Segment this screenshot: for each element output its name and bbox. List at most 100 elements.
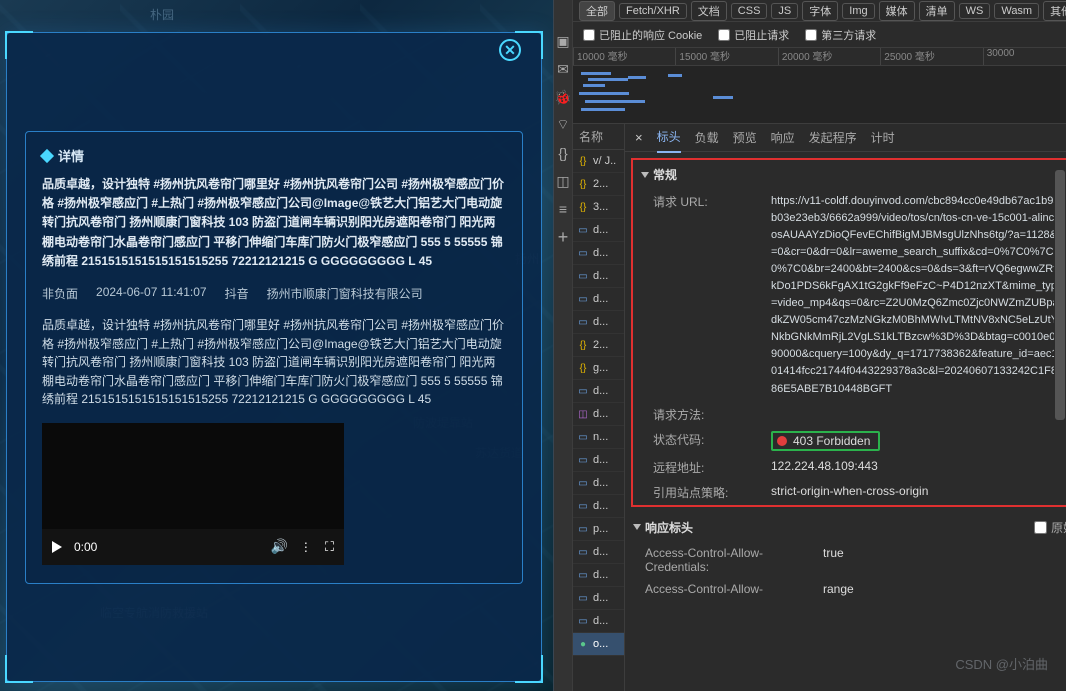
corner-decoration bbox=[5, 31, 33, 59]
request-row[interactable]: ▭d... bbox=[573, 472, 624, 495]
play-icon[interactable] bbox=[52, 541, 62, 553]
video-player[interactable]: 0:00 🔊 ⋮ ⛶ bbox=[42, 423, 344, 565]
request-row[interactable]: ▭ d... bbox=[573, 541, 624, 564]
kv-key: 请求方法: bbox=[653, 406, 763, 423]
scrollbar-thumb[interactable] bbox=[1055, 170, 1065, 420]
request-row[interactable]: ▭d... bbox=[573, 495, 624, 518]
file-type-icon: ▭ bbox=[577, 616, 589, 627]
request-row[interactable]: {} 2... bbox=[573, 334, 624, 357]
request-row[interactable]: ▭n... bbox=[573, 426, 624, 449]
devtools-panel: ▣ ✉ 🐞 ⌔ {} ◫ ≡ + 全部 Fetch/XHR 文档 CSS JS … bbox=[554, 0, 1066, 691]
summary-paragraph-2: 品质卓越，设计独特 #扬州抗风卷帘门哪里好 #扬州抗风卷帘门公司 #扬州极窄感应… bbox=[42, 316, 506, 409]
file-type-icon: ▭ bbox=[577, 386, 589, 397]
request-row[interactable]: {}3... bbox=[573, 196, 624, 219]
request-name: g... bbox=[593, 362, 608, 374]
more-icon[interactable]: ⋮ bbox=[300, 540, 313, 554]
status-dot-icon bbox=[777, 436, 787, 446]
bug-icon[interactable]: 🐞 bbox=[554, 88, 572, 106]
request-name: 2... bbox=[593, 339, 608, 351]
filter-ws[interactable]: WS bbox=[959, 3, 991, 19]
status-highlight: 403 Forbidden bbox=[771, 431, 880, 451]
request-detail-pane: × 标头 负载 预览 响应 发起程序 计时 常规 请求 URL: https: bbox=[625, 124, 1066, 691]
filter-all[interactable]: 全部 bbox=[579, 1, 615, 21]
vertical-scrollbar[interactable] bbox=[1054, 162, 1066, 452]
request-row[interactable]: {}v/ J.. bbox=[573, 150, 624, 173]
request-row[interactable]: ▭d... bbox=[573, 219, 624, 242]
volume-icon[interactable]: 🔊 bbox=[270, 538, 287, 555]
video-controls: 0:00 🔊 ⋮ ⛶ bbox=[42, 529, 344, 565]
cb-blocked-cookie[interactable]: 已阻止的响应 Cookie bbox=[583, 27, 702, 43]
timeline-ruler[interactable]: 10000 毫秒 15000 毫秒 20000 毫秒 25000 毫秒 3000… bbox=[573, 48, 1066, 66]
tab-initiator[interactable]: 发起程序 bbox=[809, 124, 857, 152]
tab-timing[interactable]: 计时 bbox=[871, 124, 895, 152]
tab-preview[interactable]: 预览 bbox=[733, 124, 757, 152]
waterfall-bar bbox=[588, 78, 628, 81]
request-row[interactable]: ▭p... bbox=[573, 518, 624, 541]
response-headers-header[interactable]: 响应标头 原始 bbox=[625, 513, 1066, 542]
request-name: d... bbox=[593, 454, 608, 466]
request-row[interactable]: {}g... bbox=[573, 357, 624, 380]
filter-css[interactable]: CSS bbox=[731, 3, 768, 19]
request-row[interactable]: ●o... bbox=[573, 633, 624, 656]
kv-key: 请求 URL: bbox=[653, 193, 763, 398]
layers-icon[interactable]: ≡ bbox=[554, 200, 572, 218]
request-name: d... bbox=[593, 224, 608, 236]
video-time: 0:00 bbox=[74, 540, 97, 554]
request-name: n... bbox=[593, 431, 608, 443]
cb-third-party[interactable]: 第三方请求 bbox=[805, 27, 876, 43]
request-name: 3... bbox=[593, 201, 608, 213]
request-name: d... bbox=[593, 546, 608, 558]
request-row[interactable]: ▭d... bbox=[573, 564, 624, 587]
request-name: d... bbox=[593, 477, 608, 489]
card-title-row: 详情 bbox=[42, 146, 506, 165]
tab-response[interactable]: 响应 bbox=[771, 124, 795, 152]
raw-checkbox[interactable]: 原始 bbox=[1034, 519, 1066, 536]
detail-card: 详情 品质卓越，设计独特 #扬州抗风卷帘门哪里好 #扬州抗风卷帘门公司 #扬州极… bbox=[25, 131, 523, 584]
request-row[interactable]: ◫d... bbox=[573, 403, 624, 426]
filter-other[interactable]: 其他 bbox=[1043, 1, 1066, 21]
kv-request-url: 请求 URL: https://v11-coldf.douyinvod.com/… bbox=[633, 189, 1066, 402]
tab-headers[interactable]: 标头 bbox=[657, 124, 681, 153]
filter-doc[interactable]: 文档 bbox=[691, 1, 727, 21]
cb-blocked-req[interactable]: 已阻止请求 bbox=[718, 27, 789, 43]
brace-icon[interactable]: {} bbox=[554, 144, 572, 162]
network-waterfall[interactable] bbox=[573, 66, 1066, 124]
request-row[interactable]: ▭d... bbox=[573, 311, 624, 334]
close-detail-icon[interactable]: × bbox=[635, 130, 643, 145]
request-list[interactable]: 名称 {}v/ J..{}2...{}3...▭d...▭d...▭d...▭d… bbox=[573, 124, 625, 691]
file-type-icon: {} bbox=[577, 340, 589, 351]
kv-value bbox=[771, 406, 1066, 423]
file-type-icon: ▭ bbox=[577, 294, 589, 305]
app-icon[interactable]: ◫ bbox=[554, 172, 572, 190]
plus-icon[interactable]: + bbox=[554, 228, 572, 246]
request-row[interactable]: ▭d... bbox=[573, 242, 624, 265]
request-row[interactable]: ▭d... bbox=[573, 265, 624, 288]
summary-paragraph-1: 品质卓越，设计独特 #扬州抗风卷帘门哪里好 #扬州抗风卷帘门公司 #扬州极窄感应… bbox=[42, 175, 506, 271]
filter-fetch[interactable]: Fetch/XHR bbox=[619, 3, 687, 19]
filter-img[interactable]: Img bbox=[842, 3, 874, 19]
filter-font[interactable]: 字体 bbox=[802, 1, 838, 21]
filter-media[interactable]: 媒体 bbox=[879, 1, 915, 21]
resp-header-row: Access-Control-Allow- range bbox=[625, 578, 1066, 600]
close-button[interactable]: ✕ bbox=[499, 39, 521, 61]
fullscreen-icon[interactable]: ⛶ bbox=[325, 539, 334, 555]
request-row[interactable]: {}2... bbox=[573, 173, 624, 196]
request-row[interactable]: ▭ d... bbox=[573, 288, 624, 311]
request-row[interactable]: ▭d... bbox=[573, 449, 624, 472]
file-type-icon: ▭ bbox=[577, 547, 589, 558]
request-name: d... bbox=[593, 293, 608, 305]
filter-manifest[interactable]: 清单 bbox=[919, 1, 955, 21]
wifi-icon[interactable]: ⌔ bbox=[554, 116, 572, 134]
request-row[interactable]: ▭d... bbox=[573, 380, 624, 403]
file-type-icon: {} bbox=[577, 156, 589, 167]
kv-value: https://v11-coldf.douyinvod.com/cbc894cc… bbox=[771, 193, 1066, 398]
request-row[interactable]: ▭d... bbox=[573, 587, 624, 610]
tab-payload[interactable]: 负载 bbox=[695, 124, 719, 152]
general-section-header[interactable]: 常规 bbox=[633, 160, 1066, 189]
filter-wasm[interactable]: Wasm bbox=[994, 3, 1039, 19]
message-icon[interactable]: ✉ bbox=[554, 60, 572, 78]
request-row[interactable]: ▭d... bbox=[573, 610, 624, 633]
filter-js[interactable]: JS bbox=[771, 3, 798, 19]
ruler-tick: 25000 毫秒 bbox=[880, 48, 982, 65]
inspect-icon[interactable]: ▣ bbox=[554, 32, 572, 50]
